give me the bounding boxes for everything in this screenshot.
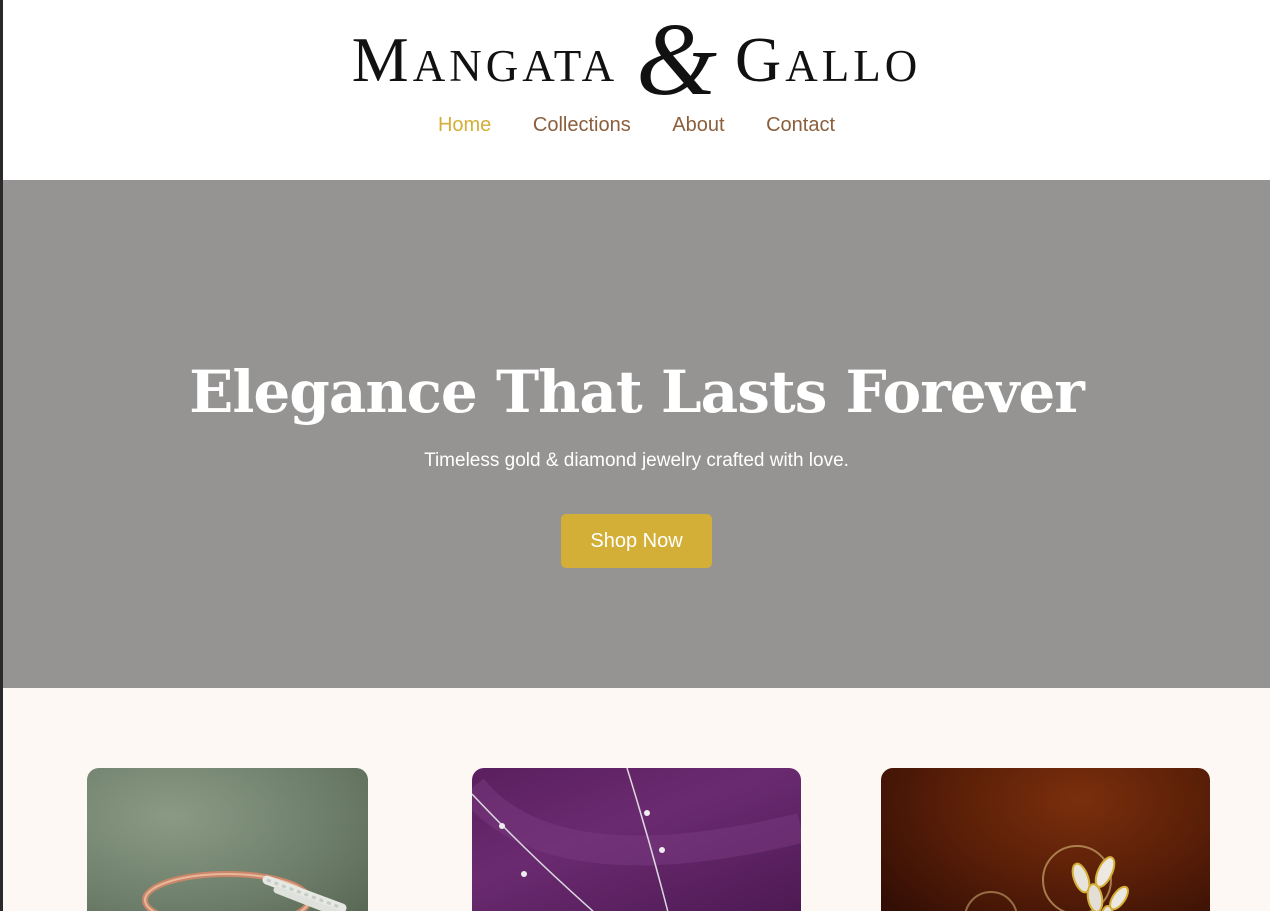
ring-image [142,871,347,911]
featured-products [3,688,1270,911]
nav-home-link[interactable]: Home [438,114,491,137]
necklace-image [472,768,801,911]
brand-name-left: Mangata [351,24,619,95]
brand-logo[interactable]: Mangata & Gallo [3,8,1270,112]
shop-now-button[interactable]: Shop Now [561,514,712,568]
nav-contact-link[interactable]: Contact [766,114,835,137]
brand-ampersand: & [636,2,717,117]
product-card-necklace[interactable] [472,768,801,911]
site-header: Mangata & Gallo Home Collections About C… [3,0,1270,180]
nav-about-link[interactable]: About [672,114,724,137]
hero-banner: Elegance That Lasts Forever Timeless gol… [3,180,1270,688]
hero-title: Elegance That Lasts Forever [189,358,1085,426]
product-card-earrings[interactable] [881,768,1210,911]
page: Mangata & Gallo Home Collections About C… [0,0,1270,911]
product-card-ring[interactable] [87,768,368,911]
brand-name-right: Gallo [735,24,922,95]
main-nav: Home Collections About Contact [3,114,1270,137]
hero-subtitle: Timeless gold & diamond jewelry crafted … [424,450,849,471]
nav-collections-link[interactable]: Collections [533,114,631,137]
earrings-image [964,845,1129,911]
